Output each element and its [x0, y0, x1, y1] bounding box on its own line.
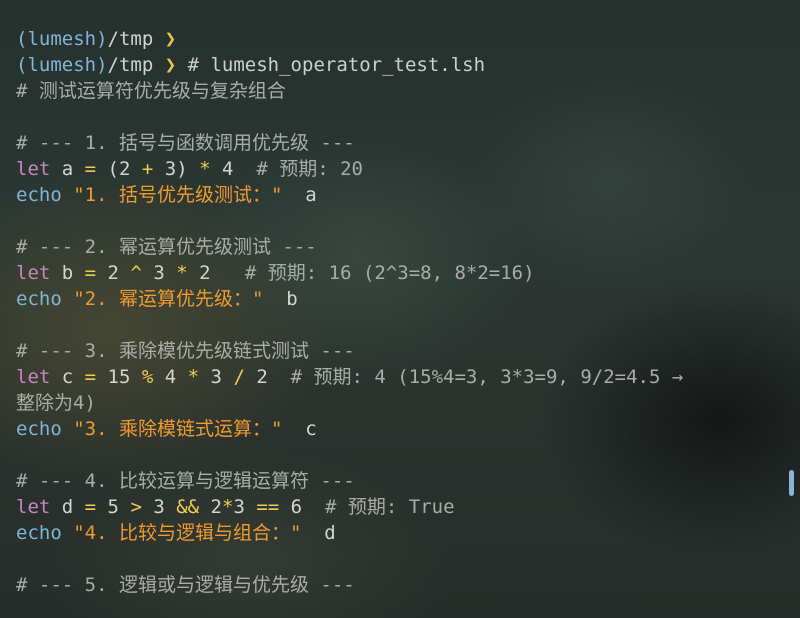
terminal-line: 整除为4)	[16, 390, 776, 416]
terminal-token: c	[50, 366, 85, 388]
terminal-token: echo	[16, 522, 62, 544]
terminal-token: 3)	[153, 158, 200, 180]
terminal-token: # 预期: 4 (15%4=3, 3*3=9, 9/2=4.5 →	[290, 366, 684, 388]
terminal-line: (lumesh)/tmp ❯ # lumesh_operator_test.ls…	[16, 52, 776, 78]
terminal-token: # 预期: True	[325, 496, 455, 518]
terminal-token: let	[16, 158, 51, 180]
terminal-line: (lumesh)/tmp ❯	[16, 26, 776, 52]
terminal-line: # --- 1. 括号与函数调用优先级 ---	[16, 130, 776, 156]
terminal-window[interactable]: (lumesh)/tmp ❯ (lumesh)/tmp ❯ # lumesh_op…	[0, 0, 800, 618]
terminal-token: =	[84, 262, 97, 284]
terminal-token: let	[16, 496, 51, 518]
terminal-token: # --- 2. 幂运算优先级测试 ---	[16, 236, 317, 258]
terminal-token: /tmp	[107, 54, 165, 76]
terminal-token: (2	[96, 158, 142, 180]
terminal-token: 3	[199, 366, 234, 388]
terminal-token: *	[176, 262, 188, 284]
terminal-token: echo	[16, 288, 62, 310]
terminal-token: echo	[16, 418, 62, 440]
terminal-token: 15	[96, 366, 142, 388]
terminal-token: d	[301, 522, 336, 544]
terminal-token: # 预期: 16 (2^3=8, 8*2=16)	[244, 262, 535, 284]
terminal-token: b	[50, 262, 85, 284]
terminal-line: # --- 2. 幂运算优先级测试 ---	[16, 234, 776, 260]
terminal-line: let b = 2 ^ 3 * 2 # 预期: 16 (2^3=8, 8*2=1…	[16, 260, 776, 286]
terminal-token: (lumesh)	[16, 28, 108, 50]
terminal-token: >	[130, 496, 142, 518]
terminal-token: 6	[279, 496, 325, 518]
terminal-token: "2. 幂运算优先级："	[61, 288, 264, 310]
terminal-token: *	[187, 366, 200, 388]
terminal-token: # 预期: 20	[256, 158, 363, 180]
terminal-token: /tmp	[107, 28, 165, 50]
terminal-token: d	[50, 496, 85, 518]
terminal-token: =	[84, 158, 97, 180]
terminal-line: # 测试运算符优先级与复杂组合	[16, 78, 776, 104]
terminal-token: (lumesh)	[16, 54, 108, 76]
terminal-line: let a = (2 + 3) * 4 # 预期: 20	[16, 156, 776, 182]
terminal-line: let c = 15 % 4 * 3 / 2 # 预期: 4 (15%4=3, …	[16, 364, 776, 390]
terminal-token: ==	[256, 496, 280, 518]
terminal-line: # --- 3. 乘除模优先级链式测试 ---	[16, 338, 776, 364]
terminal-line: # --- 5. 逻辑或与逻辑与优先级 ---	[16, 572, 776, 598]
terminal-token: ❯	[164, 54, 177, 76]
terminal-token: 整除为4)	[16, 392, 96, 414]
terminal-token: ❯	[164, 28, 177, 50]
terminal-line: echo "1. 括号优先级测试：" a	[16, 182, 776, 208]
terminal-token: 4	[210, 158, 257, 180]
terminal-token: =	[84, 366, 97, 388]
scrollbar-thumb[interactable]	[789, 470, 794, 496]
terminal-token: 2	[187, 262, 245, 284]
terminal-token: 2	[96, 262, 131, 284]
terminal-token: "1. 括号优先级测试："	[61, 184, 283, 206]
terminal-token: let	[16, 366, 51, 388]
terminal-token: ^	[130, 262, 142, 284]
terminal-token: 2	[199, 496, 222, 518]
terminal-token: 4	[153, 366, 188, 388]
terminal-token: %	[141, 366, 154, 388]
terminal-line: echo "4. 比较与逻辑与组合：" d	[16, 520, 776, 546]
terminal-token: echo	[16, 184, 62, 206]
terminal-token: a	[282, 184, 317, 206]
terminal-token: 3	[141, 262, 177, 284]
terminal-token: +	[141, 158, 154, 180]
terminal-token: =	[84, 496, 97, 518]
terminal-line: let d = 5 > 3 && 2*3 == 6 # 预期: True	[16, 494, 776, 520]
terminal-token: 3	[233, 496, 257, 518]
terminal-token: "3. 乘除模链式运算："	[61, 418, 283, 440]
terminal-token: &&	[176, 496, 200, 518]
terminal-token: # --- 3. 乘除模优先级链式测试 ---	[16, 340, 355, 362]
terminal-token: a	[50, 158, 85, 180]
terminal-token: # lumesh_operator_test.lsh	[176, 54, 486, 76]
terminal-token: let	[16, 262, 51, 284]
terminal-line: # --- 4. 比较运算与逻辑运算符 ---	[16, 468, 776, 494]
terminal-token: # 测试运算符优先级与复杂组合	[16, 80, 286, 102]
terminal-token: c	[282, 418, 317, 440]
terminal-line: echo "3. 乘除模链式运算：" c	[16, 416, 776, 442]
terminal-token: # --- 4. 比较运算与逻辑运算符 ---	[16, 470, 355, 492]
terminal-token: 5	[96, 496, 131, 518]
terminal-line: echo "2. 幂运算优先级：" b	[16, 286, 776, 312]
terminal-token: *	[222, 496, 234, 518]
terminal-token: b	[263, 288, 298, 310]
terminal-token: # --- 5. 逻辑或与逻辑与优先级 ---	[16, 574, 355, 596]
terminal-token: # --- 1. 括号与函数调用优先级 ---	[16, 132, 355, 154]
terminal-token: 2	[244, 366, 291, 388]
terminal-token: /	[233, 366, 245, 388]
terminal-output: (lumesh)/tmp ❯ (lumesh)/tmp ❯ # lumesh_op…	[16, 26, 776, 598]
terminal-token: 3	[141, 496, 177, 518]
terminal-token: "4. 比较与逻辑与组合："	[61, 522, 302, 544]
terminal-token: *	[199, 158, 211, 180]
